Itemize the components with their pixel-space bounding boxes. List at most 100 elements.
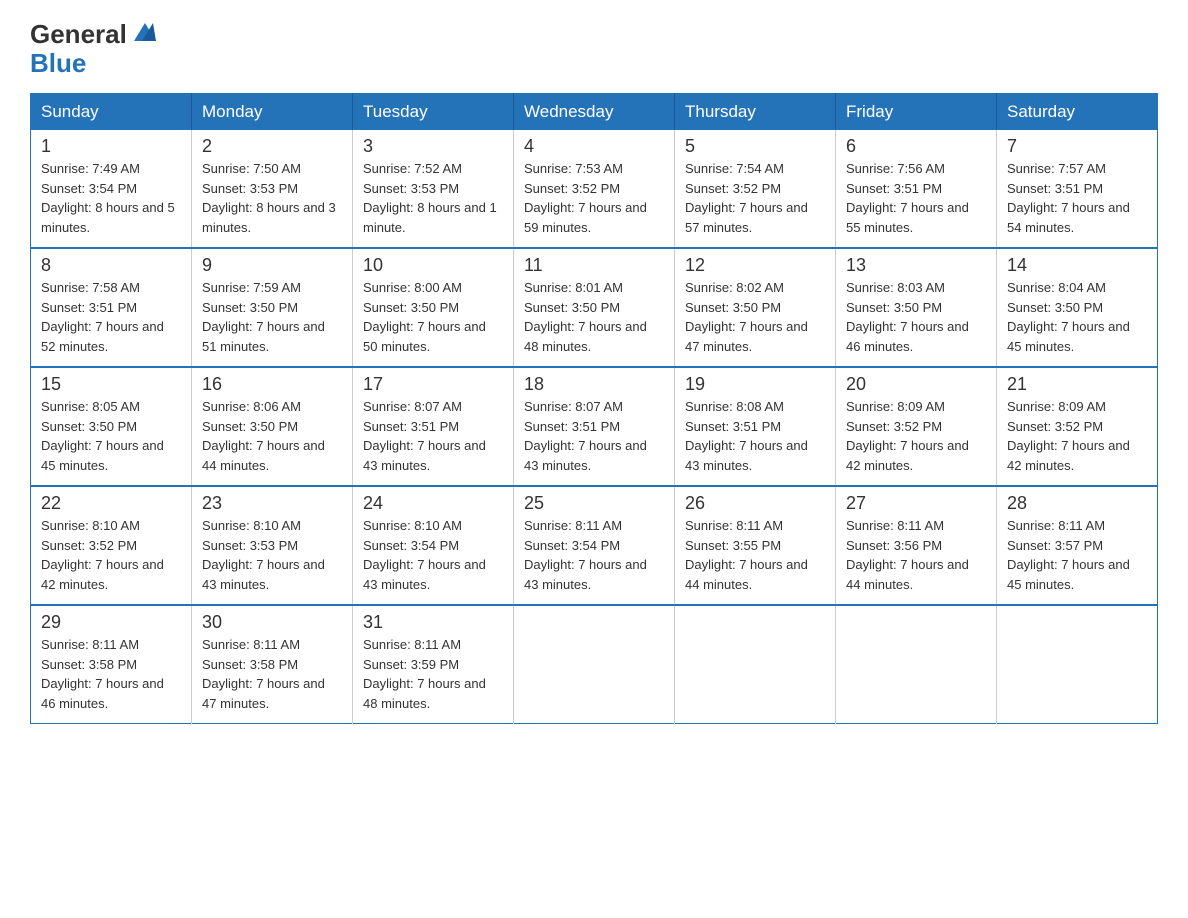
logo: General Blue <box>30 20 156 77</box>
logo-blue-text: Blue <box>30 48 86 78</box>
weekday-header-sunday: Sunday <box>31 94 192 131</box>
day-number: 2 <box>202 136 342 157</box>
day-number: 20 <box>846 374 986 395</box>
day-cell <box>514 605 675 724</box>
day-cell <box>997 605 1158 724</box>
day-info: Sunrise: 8:04 AM Sunset: 3:50 PM Dayligh… <box>1007 278 1147 356</box>
day-number: 19 <box>685 374 825 395</box>
day-info: Sunrise: 7:56 AM Sunset: 3:51 PM Dayligh… <box>846 159 986 237</box>
day-info: Sunrise: 8:11 AM Sunset: 3:58 PM Dayligh… <box>202 635 342 713</box>
day-cell: 25 Sunrise: 8:11 AM Sunset: 3:54 PM Dayl… <box>514 486 675 605</box>
day-info: Sunrise: 8:11 AM Sunset: 3:58 PM Dayligh… <box>41 635 181 713</box>
day-cell: 11 Sunrise: 8:01 AM Sunset: 3:50 PM Dayl… <box>514 248 675 367</box>
day-number: 31 <box>363 612 503 633</box>
day-cell: 29 Sunrise: 8:11 AM Sunset: 3:58 PM Dayl… <box>31 605 192 724</box>
day-number: 28 <box>1007 493 1147 514</box>
day-cell: 13 Sunrise: 8:03 AM Sunset: 3:50 PM Dayl… <box>836 248 997 367</box>
day-number: 10 <box>363 255 503 276</box>
weekday-header-thursday: Thursday <box>675 94 836 131</box>
day-info: Sunrise: 8:03 AM Sunset: 3:50 PM Dayligh… <box>846 278 986 356</box>
day-info: Sunrise: 8:10 AM Sunset: 3:53 PM Dayligh… <box>202 516 342 594</box>
day-cell: 28 Sunrise: 8:11 AM Sunset: 3:57 PM Dayl… <box>997 486 1158 605</box>
calendar-table: SundayMondayTuesdayWednesdayThursdayFrid… <box>30 93 1158 724</box>
day-cell: 3 Sunrise: 7:52 AM Sunset: 3:53 PM Dayli… <box>353 130 514 248</box>
day-info: Sunrise: 8:11 AM Sunset: 3:55 PM Dayligh… <box>685 516 825 594</box>
day-cell: 5 Sunrise: 7:54 AM Sunset: 3:52 PM Dayli… <box>675 130 836 248</box>
logo-general-line: General <box>30 20 156 49</box>
weekday-header-saturday: Saturday <box>997 94 1158 131</box>
logo-general-text: General <box>30 19 156 49</box>
day-number: 23 <box>202 493 342 514</box>
day-cell: 30 Sunrise: 8:11 AM Sunset: 3:58 PM Dayl… <box>192 605 353 724</box>
day-cell: 16 Sunrise: 8:06 AM Sunset: 3:50 PM Dayl… <box>192 367 353 486</box>
day-cell: 27 Sunrise: 8:11 AM Sunset: 3:56 PM Dayl… <box>836 486 997 605</box>
day-cell: 12 Sunrise: 8:02 AM Sunset: 3:50 PM Dayl… <box>675 248 836 367</box>
day-cell: 17 Sunrise: 8:07 AM Sunset: 3:51 PM Dayl… <box>353 367 514 486</box>
day-number: 11 <box>524 255 664 276</box>
day-number: 4 <box>524 136 664 157</box>
day-info: Sunrise: 8:11 AM Sunset: 3:56 PM Dayligh… <box>846 516 986 594</box>
day-info: Sunrise: 7:58 AM Sunset: 3:51 PM Dayligh… <box>41 278 181 356</box>
day-number: 14 <box>1007 255 1147 276</box>
week-row-2: 8 Sunrise: 7:58 AM Sunset: 3:51 PM Dayli… <box>31 248 1158 367</box>
weekday-header-row: SundayMondayTuesdayWednesdayThursdayFrid… <box>31 94 1158 131</box>
day-number: 16 <box>202 374 342 395</box>
day-number: 21 <box>1007 374 1147 395</box>
day-number: 18 <box>524 374 664 395</box>
day-cell: 2 Sunrise: 7:50 AM Sunset: 3:53 PM Dayli… <box>192 130 353 248</box>
day-number: 8 <box>41 255 181 276</box>
logo-triangle-icon <box>134 23 156 41</box>
page-header: General Blue <box>30 20 1158 77</box>
week-row-5: 29 Sunrise: 8:11 AM Sunset: 3:58 PM Dayl… <box>31 605 1158 724</box>
day-cell: 10 Sunrise: 8:00 AM Sunset: 3:50 PM Dayl… <box>353 248 514 367</box>
day-info: Sunrise: 7:49 AM Sunset: 3:54 PM Dayligh… <box>41 159 181 237</box>
day-cell: 20 Sunrise: 8:09 AM Sunset: 3:52 PM Dayl… <box>836 367 997 486</box>
day-info: Sunrise: 7:50 AM Sunset: 3:53 PM Dayligh… <box>202 159 342 237</box>
day-cell: 24 Sunrise: 8:10 AM Sunset: 3:54 PM Dayl… <box>353 486 514 605</box>
day-info: Sunrise: 8:08 AM Sunset: 3:51 PM Dayligh… <box>685 397 825 475</box>
weekday-header-friday: Friday <box>836 94 997 131</box>
logo-blue-line: Blue <box>30 49 86 78</box>
day-info: Sunrise: 8:10 AM Sunset: 3:54 PM Dayligh… <box>363 516 503 594</box>
day-cell: 14 Sunrise: 8:04 AM Sunset: 3:50 PM Dayl… <box>997 248 1158 367</box>
day-info: Sunrise: 7:57 AM Sunset: 3:51 PM Dayligh… <box>1007 159 1147 237</box>
day-number: 13 <box>846 255 986 276</box>
day-info: Sunrise: 8:11 AM Sunset: 3:57 PM Dayligh… <box>1007 516 1147 594</box>
weekday-header-wednesday: Wednesday <box>514 94 675 131</box>
day-number: 7 <box>1007 136 1147 157</box>
day-number: 29 <box>41 612 181 633</box>
day-number: 30 <box>202 612 342 633</box>
day-info: Sunrise: 7:53 AM Sunset: 3:52 PM Dayligh… <box>524 159 664 237</box>
day-number: 26 <box>685 493 825 514</box>
day-info: Sunrise: 8:07 AM Sunset: 3:51 PM Dayligh… <box>524 397 664 475</box>
day-info: Sunrise: 8:00 AM Sunset: 3:50 PM Dayligh… <box>363 278 503 356</box>
day-info: Sunrise: 8:05 AM Sunset: 3:50 PM Dayligh… <box>41 397 181 475</box>
day-number: 5 <box>685 136 825 157</box>
day-number: 12 <box>685 255 825 276</box>
day-info: Sunrise: 8:01 AM Sunset: 3:50 PM Dayligh… <box>524 278 664 356</box>
day-number: 15 <box>41 374 181 395</box>
day-info: Sunrise: 7:59 AM Sunset: 3:50 PM Dayligh… <box>202 278 342 356</box>
day-number: 22 <box>41 493 181 514</box>
day-cell <box>836 605 997 724</box>
day-cell: 23 Sunrise: 8:10 AM Sunset: 3:53 PM Dayl… <box>192 486 353 605</box>
day-info: Sunrise: 8:06 AM Sunset: 3:50 PM Dayligh… <box>202 397 342 475</box>
day-cell: 21 Sunrise: 8:09 AM Sunset: 3:52 PM Dayl… <box>997 367 1158 486</box>
week-row-3: 15 Sunrise: 8:05 AM Sunset: 3:50 PM Dayl… <box>31 367 1158 486</box>
day-cell: 7 Sunrise: 7:57 AM Sunset: 3:51 PM Dayli… <box>997 130 1158 248</box>
day-info: Sunrise: 7:54 AM Sunset: 3:52 PM Dayligh… <box>685 159 825 237</box>
day-cell: 8 Sunrise: 7:58 AM Sunset: 3:51 PM Dayli… <box>31 248 192 367</box>
day-cell: 22 Sunrise: 8:10 AM Sunset: 3:52 PM Dayl… <box>31 486 192 605</box>
day-cell: 9 Sunrise: 7:59 AM Sunset: 3:50 PM Dayli… <box>192 248 353 367</box>
day-number: 25 <box>524 493 664 514</box>
day-number: 6 <box>846 136 986 157</box>
week-row-4: 22 Sunrise: 8:10 AM Sunset: 3:52 PM Dayl… <box>31 486 1158 605</box>
day-cell: 1 Sunrise: 7:49 AM Sunset: 3:54 PM Dayli… <box>31 130 192 248</box>
day-cell: 6 Sunrise: 7:56 AM Sunset: 3:51 PM Dayli… <box>836 130 997 248</box>
day-number: 3 <box>363 136 503 157</box>
day-cell: 4 Sunrise: 7:53 AM Sunset: 3:52 PM Dayli… <box>514 130 675 248</box>
day-info: Sunrise: 8:11 AM Sunset: 3:59 PM Dayligh… <box>363 635 503 713</box>
day-info: Sunrise: 8:11 AM Sunset: 3:54 PM Dayligh… <box>524 516 664 594</box>
day-cell: 26 Sunrise: 8:11 AM Sunset: 3:55 PM Dayl… <box>675 486 836 605</box>
day-cell: 31 Sunrise: 8:11 AM Sunset: 3:59 PM Dayl… <box>353 605 514 724</box>
